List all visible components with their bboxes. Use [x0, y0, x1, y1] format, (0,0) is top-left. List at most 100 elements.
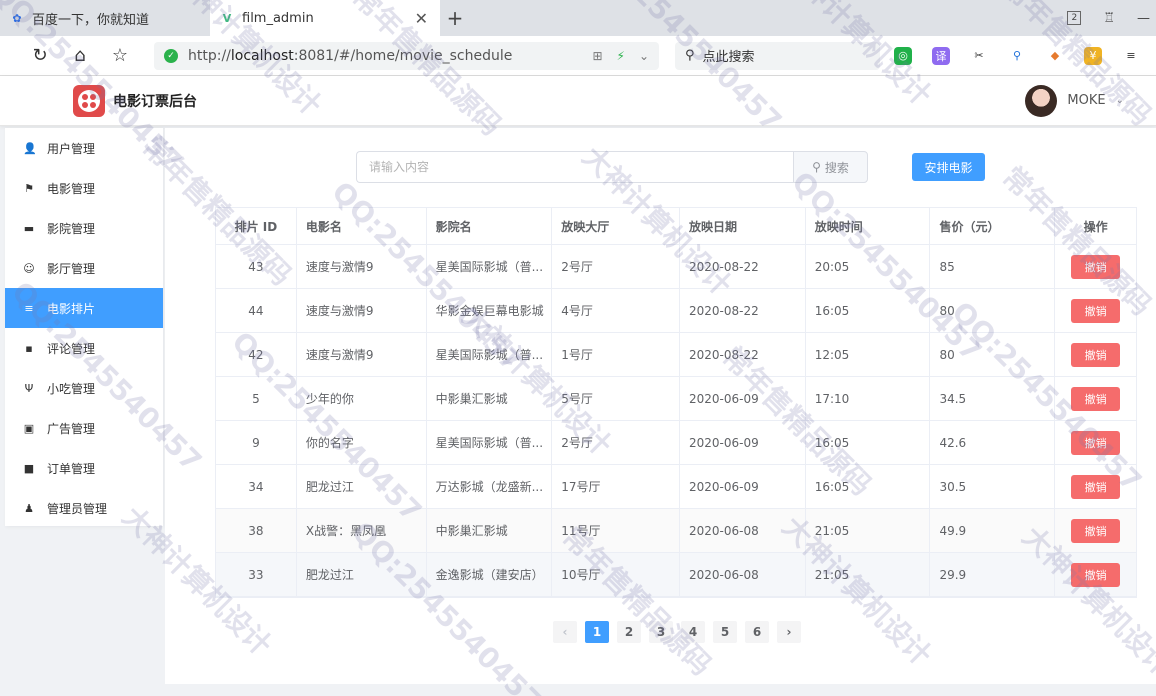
sidebar-item-2[interactable]: ▬ 影院管理	[5, 208, 163, 248]
chevron-down-icon[interactable]: ⌄	[639, 49, 649, 63]
table-cell: 9	[216, 421, 297, 464]
sidebar-item-5[interactable]: ▪ 评论管理	[5, 328, 163, 368]
app-title: 电影订票后台	[113, 93, 197, 110]
coin-icon[interactable]: ¥	[1084, 46, 1102, 65]
table-cell: 撤销	[1055, 465, 1136, 508]
table-cell: 49.9	[930, 509, 1056, 552]
address-bar: ↻ ⌂ ☆ ✓ http://localhost:8081/#/home/mov…	[0, 36, 1156, 76]
new-tab-button[interactable]: +	[440, 0, 470, 36]
page-button-4[interactable]: 4	[681, 621, 705, 643]
tab-count-icon[interactable]: 2	[1067, 11, 1082, 25]
table-cell: 2020-06-08	[680, 509, 806, 552]
table-row: 34 肥龙过江 万达影城（龙盛新... 17号厅 2020-06-09 16:05 30.5…	[216, 465, 1136, 509]
search-button-label: 搜索	[824, 160, 849, 175]
lightning-icon[interactable]: ⚡	[617, 49, 625, 63]
minimize-icon[interactable]: —	[1137, 11, 1150, 26]
user-menu[interactable]: MOKE ⌄	[1025, 84, 1124, 117]
tab-label: 百度一下，你就知道	[32, 12, 150, 28]
sidebar-item-4[interactable]: ≡ 电影排片	[5, 288, 163, 328]
baidu-icon: ✿	[12, 11, 22, 25]
table-cell: 11号厅	[552, 509, 680, 552]
table-cell: 85	[930, 245, 1056, 288]
scissors-icon[interactable]: ✂	[970, 47, 988, 65]
sidebar-item-label: 小吃管理	[47, 381, 96, 396]
sidebar-item-label: 电影管理	[47, 181, 96, 196]
page-button-5[interactable]: 5	[713, 621, 737, 643]
column-header: 操作	[1083, 219, 1108, 234]
sidebar-item-0[interactable]: 👤 用户管理	[5, 128, 163, 168]
qr-icon[interactable]: ⊞	[592, 49, 602, 63]
prev-page-button[interactable]: ‹	[553, 621, 577, 643]
browser-tab-film-admin[interactable]: V film_admin ✕	[210, 0, 440, 36]
revoke-button[interactable]: 撤销	[1071, 474, 1121, 499]
sidebar-item-9[interactable]: ♟ 管理员管理	[5, 488, 163, 528]
reload-icon[interactable]: ↻	[20, 36, 60, 76]
table-cell: 16:05	[806, 289, 931, 332]
revoke-button[interactable]: 撤销	[1071, 386, 1121, 411]
table-cell: 肥龙过江	[297, 553, 427, 596]
table-cell: 16:05	[806, 421, 931, 464]
page-button-1[interactable]: 1	[585, 621, 609, 643]
url-field[interactable]: ✓ http://localhost:8081/#/home/movie_sch…	[154, 41, 659, 70]
next-page-button[interactable]: ›	[777, 621, 801, 643]
avatar[interactable]	[1025, 84, 1058, 117]
magnifier-extension-icon[interactable]: ⚲	[1008, 47, 1026, 65]
page-button-3[interactable]: 3	[649, 621, 673, 643]
table-cell: 2020-06-09	[680, 377, 806, 420]
menu-icon[interactable]: ≡	[1122, 47, 1140, 65]
wechat-extension-icon[interactable]: ◎	[894, 46, 912, 65]
chevron-down-icon[interactable]: ⌄	[1116, 95, 1124, 106]
table-cell: 20:05	[806, 245, 931, 288]
revoke-button[interactable]: 撤销	[1071, 254, 1121, 279]
table-cell: 34	[216, 465, 297, 508]
browser-search-box[interactable]: ⚲ 点此搜索	[675, 41, 880, 70]
sidebar-item-label: 广告管理	[47, 421, 96, 436]
gamepad-icon[interactable]: ◆	[1046, 47, 1064, 65]
smile-icon: ☺	[23, 261, 35, 275]
shirt-icon[interactable]: ♖	[1103, 11, 1115, 26]
sidebar-item-3[interactable]: ☺ 影厅管理	[5, 248, 163, 288]
table-cell: 少年的你	[297, 377, 427, 420]
star-icon[interactable]: ☆	[100, 36, 140, 76]
table-cell: 16:05	[806, 465, 931, 508]
table-row: 42 速度与激情9 星美国际影城（普... 1号厅 2020-08-22 12:05 80 撤…	[216, 333, 1136, 377]
table-row: 44 速度与激情9 华影金娱巨幕电影城 4号厅 2020-08-22 16:05 80 撤销	[216, 289, 1136, 333]
table-cell: 5	[216, 377, 297, 420]
revoke-button[interactable]: 撤销	[1071, 518, 1121, 543]
revoke-button[interactable]: 撤销	[1071, 298, 1121, 323]
sidebar-item-8[interactable]: ■ 订单管理	[5, 448, 163, 488]
revoke-button[interactable]: 撤销	[1071, 342, 1121, 367]
search-bar: ⚲ 搜索	[356, 151, 868, 183]
page-button-6[interactable]: 6	[745, 621, 769, 643]
search-input[interactable]	[356, 151, 793, 183]
sidebar-item-1[interactable]: ⚑ 电影管理	[5, 168, 163, 208]
main-content: ⚲ 搜索 安排电影 排片 ID电影名影院名放映大厅放映日期放映时间售价（元） 操作…	[165, 128, 1156, 684]
sidebar-item-7[interactable]: ▣ 广告管理	[5, 408, 163, 448]
table-cell: 撤销	[1055, 377, 1136, 420]
table-cell: 华影金娱巨幕电影城	[427, 289, 553, 332]
search-button[interactable]: ⚲ 搜索	[793, 151, 868, 183]
table-cell: 2020-06-09	[680, 421, 806, 464]
table-header-row: 排片 ID 电影名 影院名 放映大厅 放映日期 放映时间 售价（元） 操作	[216, 208, 1136, 245]
browser-tab-baidu[interactable]: ✿ 百度一下，你就知道	[0, 0, 210, 36]
table-cell: 1号厅	[552, 333, 680, 376]
home-icon[interactable]: ⌂	[60, 36, 100, 76]
user-icon: 👤	[23, 141, 37, 155]
picture-icon: ▣	[23, 421, 35, 435]
sidebar-item-label: 管理员管理	[47, 501, 108, 516]
table-cell: 速度与激情9	[297, 289, 427, 332]
table-cell: 中影巢汇影城	[427, 509, 553, 552]
sidebar-item-label: 电影排片	[47, 301, 96, 316]
sidebar-item-6[interactable]: Ψ 小吃管理	[5, 368, 163, 408]
close-icon[interactable]: ✕	[415, 9, 428, 28]
table-cell: 你的名字	[297, 421, 427, 464]
revoke-button[interactable]: 撤销	[1071, 430, 1121, 455]
app-logo-icon	[73, 84, 105, 117]
schedule-movie-button[interactable]: 安排电影	[912, 153, 985, 181]
page-button-2[interactable]: 2	[617, 621, 641, 643]
extension-icons: ◎ 译 ✂ ⚲ ◆ ¥ ≡	[894, 46, 1140, 65]
translate-extension-icon[interactable]: 译	[932, 46, 950, 65]
revoke-button[interactable]: 撤销	[1071, 562, 1121, 587]
column-header: 放映时间	[806, 208, 931, 244]
table-cell: 撤销	[1055, 553, 1136, 596]
